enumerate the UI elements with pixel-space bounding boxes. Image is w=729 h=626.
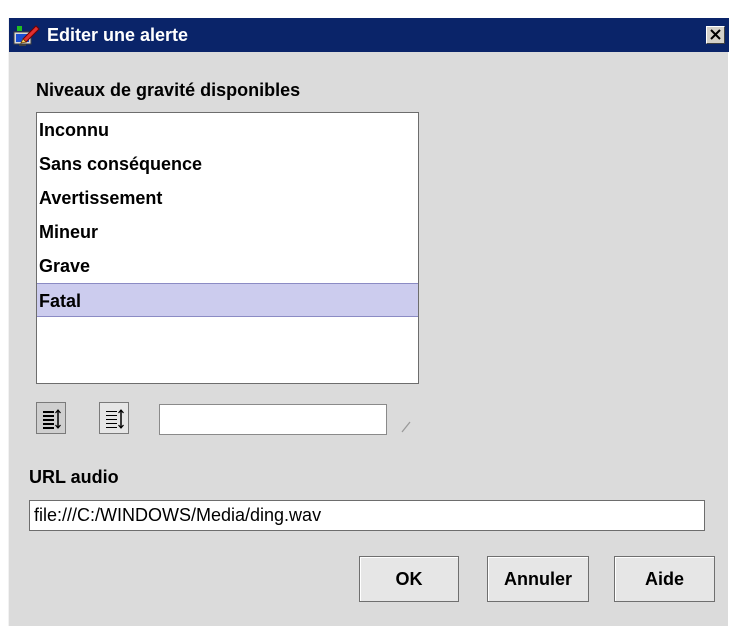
move-down-button[interactable] bbox=[99, 402, 129, 434]
list-item[interactable]: Grave bbox=[37, 249, 418, 283]
title-bar[interactable]: Editer une alerte bbox=[9, 18, 729, 52]
app-edit-icon bbox=[13, 23, 41, 47]
edit-alert-dialog: Editer une alerte Niveaux de gravité dis… bbox=[8, 18, 729, 626]
list-item[interactable]: Inconnu bbox=[37, 113, 418, 147]
move-up-button[interactable] bbox=[36, 402, 66, 434]
severity-combo-input[interactable] bbox=[159, 404, 387, 435]
list-item[interactable]: Avertissement bbox=[37, 181, 418, 215]
list-reorder-icon bbox=[106, 409, 124, 429]
close-button[interactable] bbox=[706, 26, 725, 44]
cancel-button[interactable]: Annuler bbox=[487, 556, 589, 602]
ok-button[interactable]: OK bbox=[359, 556, 459, 602]
audio-url-input[interactable] bbox=[29, 500, 705, 531]
list-item-selected[interactable]: Fatal bbox=[37, 283, 418, 317]
help-button[interactable]: Aide bbox=[614, 556, 715, 602]
window-title: Editer une alerte bbox=[47, 25, 189, 45]
list-item[interactable]: Mineur bbox=[37, 215, 418, 249]
close-icon bbox=[710, 29, 721, 40]
list-item[interactable]: Sans conséquence bbox=[37, 147, 418, 181]
list-align-icon bbox=[43, 409, 61, 429]
audio-url-label: URL audio bbox=[29, 467, 119, 487]
severity-levels-label: Niveaux de gravité disponibles bbox=[36, 80, 301, 100]
severity-list[interactable]: Inconnu Sans conséquence Avertissement M… bbox=[36, 112, 419, 384]
combo-arrow-icon[interactable] bbox=[399, 418, 413, 434]
